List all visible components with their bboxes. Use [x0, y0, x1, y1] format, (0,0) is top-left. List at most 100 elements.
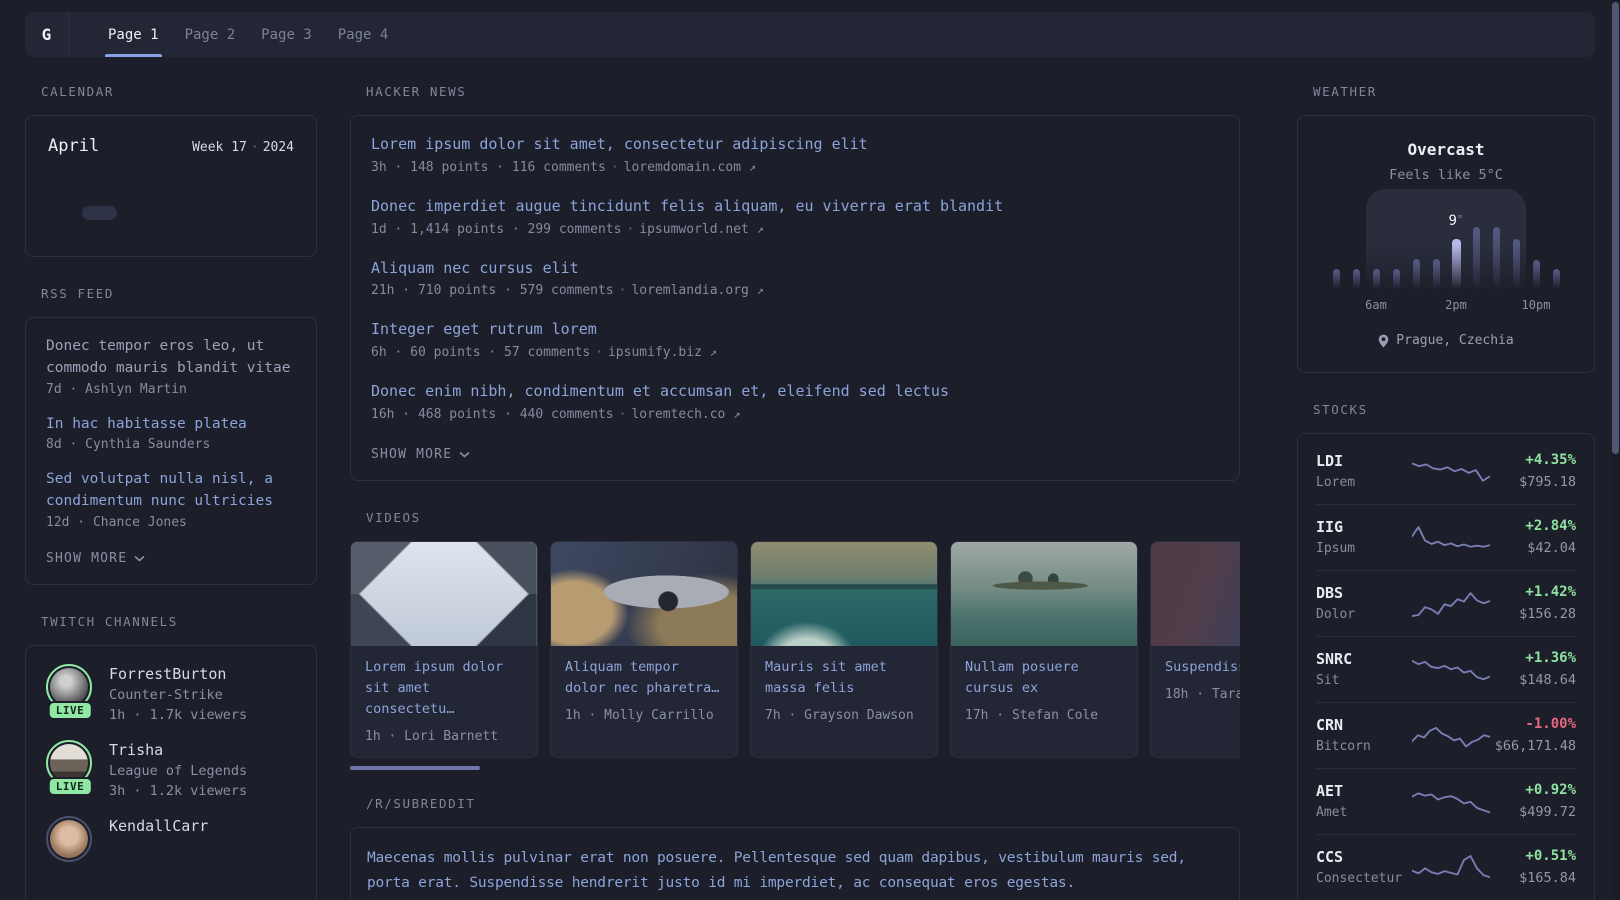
video-meta: 1h · Lori Barnett — [365, 728, 499, 744]
stock-price: $66,171.48 — [1494, 737, 1576, 754]
hackernews-item-domain[interactable]: loremtech.co ↗ — [631, 407, 740, 422]
nav-tab[interactable]: Page 2 — [172, 12, 249, 57]
stock-sparkline — [1412, 784, 1490, 818]
weather-hour-slot: 10pm — [1522, 223, 1550, 312]
hackernews-item: Integer eget rutrum lorem 6h · 60 points… — [371, 319, 1219, 360]
video-title[interactable]: Aliquam tempor dolor nec pharetra… — [565, 657, 723, 699]
rss-item: Sed volutpat nulla nisl, a condimentum n… — [46, 469, 296, 530]
weather-temp-bar — [1552, 269, 1560, 289]
weather-hour-slot — [1386, 223, 1406, 289]
weather-temp-bar — [1352, 269, 1360, 289]
rss-show-more-button[interactable]: SHOW MORE — [46, 551, 145, 566]
twitch-list: LIVE ForrestBurton Counter-Strike 1h · 1… — [46, 663, 296, 870]
twitch-card: LIVE ForrestBurton Counter-Strike 1h · 1… — [25, 644, 317, 900]
weather-condition: Overcast — [1407, 140, 1485, 159]
stocks-section-label: STOCKS — [1313, 401, 1368, 417]
calendar-day — [225, 206, 261, 220]
hackernews-item-title[interactable]: Donec enim nibh, condimentum et accumsan… — [371, 381, 1219, 403]
nav-tab[interactable]: Page 4 — [325, 12, 402, 57]
calendar-day — [189, 224, 225, 238]
hackernews-item-domain[interactable]: loremlandia.org ↗ — [631, 283, 763, 298]
twitch-section: TWITCH CHANNELS LIVE ForrestBurton Count… — [25, 614, 317, 900]
subreddit-section-label: /R/SUBREDDIT — [366, 795, 476, 811]
rss-item-meta: 7d · Ashlyn Martin — [46, 381, 187, 397]
hackernews-item-title[interactable]: Donec imperdiet augue tincidunt felis al… — [371, 196, 1219, 218]
rss-item-title[interactable]: In hac habitasse platea — [46, 414, 296, 436]
nav-tab[interactable]: Page 3 — [248, 12, 325, 57]
rss-item-meta: 8d · Cynthia Saunders — [46, 437, 211, 453]
hackernews-item-domain[interactable]: ipsumworld.net ↗ — [639, 222, 764, 237]
external-link-icon: ↗ — [756, 283, 764, 298]
weather-hour-slot — [1326, 223, 1346, 289]
weather-hour-label: 10pm — [1521, 298, 1551, 312]
calendar-day — [117, 206, 153, 220]
stock-sparkline — [1412, 652, 1490, 686]
carousel-scrollbar[interactable] — [350, 765, 480, 770]
weather-hour-slot — [1506, 223, 1526, 289]
external-link-icon: ↗ — [709, 345, 717, 359]
calendar-day — [260, 188, 296, 202]
weather-section-label: WEATHER — [1313, 84, 1377, 99]
avatar — [50, 819, 88, 858]
hackernews-item-title[interactable]: Integer eget rutrum lorem — [371, 319, 1219, 341]
hackernews-item-title[interactable]: Lorem ipsum dolor sit amet, consectetur … — [371, 134, 1219, 156]
live-badge: LIVE — [47, 776, 93, 796]
weather-hour-slot — [1546, 223, 1566, 289]
nav-tab[interactable]: Page 1 — [95, 12, 172, 57]
calendar-day — [82, 188, 118, 202]
video-title[interactable]: Lorem ipsum dolor sit amet consectetu… — [365, 657, 523, 720]
video-carousel[interactable]: Lorem ipsum dolor sit amet consectetu… 1… — [350, 540, 1240, 758]
hackernews-item-title[interactable]: Aliquam nec cursus elit — [371, 258, 1219, 280]
app-logo[interactable]: G — [25, 12, 69, 57]
video-thumbnail[interactable] — [751, 541, 937, 646]
twitch-channel-row[interactable]: LIVE Trisha League of Legends 3h · 1.2k … — [46, 739, 296, 799]
video-card[interactable]: Mauris sit amet massa felis 7h · Grayson… — [750, 540, 938, 758]
twitch-channel-row[interactable]: LIVE ForrestBurton Counter-Strike 1h · 1… — [46, 663, 296, 723]
page-scrollbar-thumb[interactable] — [1612, 2, 1619, 454]
hackernews-item-domain[interactable]: ipsumify.biz ↗ — [608, 345, 717, 360]
calendar-day — [189, 188, 225, 202]
twitch-channel-row[interactable]: KendallCarr — [46, 815, 296, 870]
rss-item-title[interactable]: Sed volutpat nulla nisl, a condimentum n… — [46, 469, 296, 513]
video-title[interactable]: Nullam posuere cursus ex — [965, 657, 1123, 699]
stock-price: $795.18 — [1519, 473, 1576, 490]
video-thumbnail[interactable] — [351, 541, 537, 646]
page-scrollbar[interactable] — [1611, 0, 1620, 900]
hackernews-section: HACKER NEWS Lorem ipsum dolor sit amet, … — [350, 84, 1240, 481]
video-card[interactable]: Aliquam tempor dolor nec pharetra… 1h · … — [550, 540, 738, 758]
stock-row: AET Amet +0.92% $499.72 — [1316, 767, 1576, 834]
stock-change: -1.00% — [1525, 715, 1576, 732]
twitch-channel-name[interactable]: KendallCarr — [109, 817, 208, 835]
calendar-day — [82, 224, 118, 238]
hackernews-show-more-button[interactable]: SHOW MORE — [371, 447, 470, 462]
subreddit-post-title[interactable]: Maecenas mollis pulvinar erat non posuer… — [367, 846, 1223, 897]
stock-sparkline — [1412, 520, 1490, 554]
hackernews-item-meta: 6h · 60 points · 57 comments · ipsumify.bi… — [371, 345, 717, 360]
top-nav: G Page 1 Page 2 Page 3 Page 4 — [25, 12, 1595, 57]
hackernews-item: Donec enim nibh, condimentum et accumsan… — [371, 381, 1219, 422]
stocks-section: STOCKS LDI Lorem +4.35% $795.18 IIG Ipsu… — [1297, 402, 1595, 900]
subreddit-post: Maecenas mollis pulvinar erat non posuer… — [367, 846, 1223, 900]
video-title[interactable]: Suspendisse diam — [1165, 657, 1240, 678]
rss-item-meta: 12d · Chance Jones — [46, 514, 187, 530]
rss-item-title[interactable]: Donec tempor eros leo, ut commodo mauris… — [46, 336, 296, 380]
chevron-down-icon — [459, 451, 470, 458]
calendar-section-label: CALENDAR — [41, 84, 115, 99]
video-card[interactable]: Lorem ipsum dolor sit amet consectetu… 1… — [350, 540, 538, 758]
hackernews-item-meta: 1d · 1,414 points · 299 comments · ipsumwo… — [371, 221, 764, 237]
stock-change: +2.84% — [1525, 517, 1576, 534]
left-column: CALENDAR April Week 17 · 2024 RSS FEED Don… — [25, 84, 317, 900]
twitch-section-label: TWITCH CHANNELS — [41, 613, 178, 629]
external-link-icon: ↗ — [748, 159, 757, 174]
video-thumbnail[interactable] — [1151, 541, 1240, 646]
video-card[interactable]: Suspendisse diam 18h · Tara — [1150, 540, 1240, 758]
video-thumbnail[interactable] — [951, 541, 1137, 646]
video-card[interactable]: Nullam posuere cursus ex 17h · Stefan Co… — [950, 540, 1138, 758]
twitch-channel-name[interactable]: Trisha — [109, 741, 247, 759]
twitch-channel-name[interactable]: ForrestBurton — [109, 665, 247, 683]
twitch-channel-game: League of Legends — [109, 762, 248, 779]
video-title[interactable]: Mauris sit amet massa felis — [765, 657, 923, 699]
video-meta: 7h · Grayson Dawson — [765, 707, 914, 723]
video-thumbnail[interactable] — [551, 541, 737, 646]
hackernews-item-domain[interactable]: loremdomain.com ↗ — [624, 160, 756, 175]
